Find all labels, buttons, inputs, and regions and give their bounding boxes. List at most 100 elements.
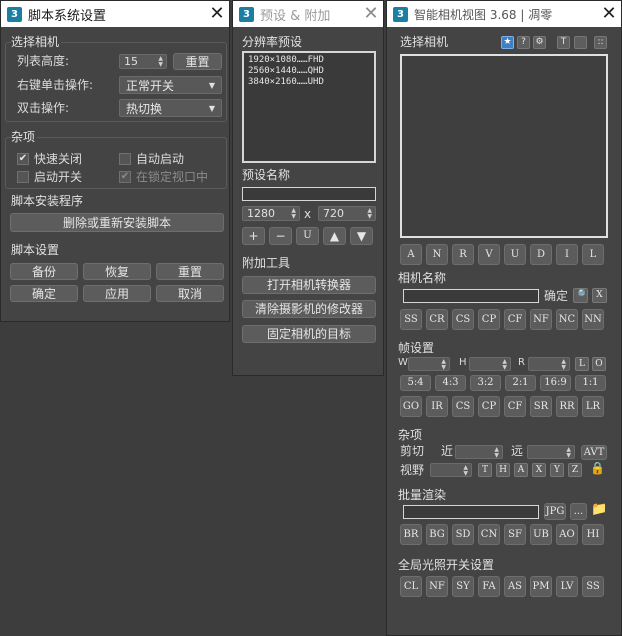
name-nc-button[interactable]: NC [556,309,578,330]
help-icon[interactable]: ? [517,36,530,49]
avt-button[interactable]: AVT [581,445,607,460]
preset-height-spinner[interactable]: 720 ▲ ▼ [318,206,376,221]
clear-name-button[interactable]: X [592,288,607,303]
move-down-icon[interactable]: ▼ [350,227,373,245]
list-item[interactable]: 2560×1440……QHD [248,66,370,77]
gi-nf-button[interactable]: NF [426,576,448,597]
quick-close-checkbox[interactable]: ✔ 快速关闭 [17,150,82,167]
confirm-label[interactable]: 确定 [544,288,568,304]
frame-cp-button[interactable]: CP [478,396,500,417]
reset-list-height-button[interactable]: 重置 [173,53,222,70]
gear-icon[interactable]: ⚙ [533,36,546,49]
frame-sr-button[interactable]: SR [530,396,552,417]
cancel-button[interactable]: 取消 [156,285,224,302]
move-up-icon[interactable]: ▲ [323,227,346,245]
presets-titlebar[interactable]: 3 预设 & 附加 ✕ [233,1,383,27]
update-preset-button[interactable]: U [296,227,319,245]
frame-lr-button[interactable]: LR [582,396,604,417]
axis-t-button[interactable]: T [478,463,492,477]
frame-width-spinner[interactable]: ▲ ▼ [408,357,450,371]
camera-name-input[interactable] [403,289,539,303]
batch-output-path-input[interactable] [403,505,539,519]
gi-lv-button[interactable]: LV [556,576,578,597]
ok-button[interactable]: 确定 [10,285,78,302]
gi-fa-button[interactable]: FA [478,576,500,597]
ratio-3-2-button[interactable]: 3:2 [470,375,501,391]
apply-button[interactable]: 应用 [83,285,151,302]
grid-dots-icon[interactable]: :: [594,36,607,49]
reset-ratio-button[interactable]: O [592,357,606,371]
name-nn-button[interactable]: NN [582,309,604,330]
batch-sd-button[interactable]: SD [452,524,474,545]
reset-settings-button[interactable]: 重置 [156,263,224,280]
search-icon[interactable]: 🔎 [573,288,588,303]
frame-cf-button[interactable]: CF [504,396,526,417]
ratio-5-4-button[interactable]: 5:4 [400,375,431,391]
batch-hi-button[interactable]: HI [582,524,604,545]
name-cp-button[interactable]: CP [478,309,500,330]
close-icon[interactable]: ✕ [597,2,621,26]
right-click-dropdown[interactable]: 正常开关 ▼ [119,76,222,94]
double-click-dropdown[interactable]: 热切换 ▼ [119,99,222,117]
filter-a-button[interactable]: A [400,244,422,265]
lock-ratio-button[interactable]: L [575,357,589,371]
backup-button[interactable]: 备份 [10,263,78,280]
clip-near-spinner[interactable]: ▲ ▼ [455,445,503,459]
batch-ub-button[interactable]: UB [530,524,552,545]
spinner-arrows-icon[interactable]: ▲ ▼ [561,359,566,371]
add-preset-button[interactable]: + [242,227,265,245]
frame-go-button[interactable]: GO [400,396,422,417]
text-toggle-icon[interactable]: T [557,36,570,49]
spinner-arrows-icon[interactable]: ▲ ▼ [291,208,296,220]
filter-i-button[interactable]: I [556,244,578,265]
batch-sf-button[interactable]: SF [504,524,526,545]
frame-cs-button[interactable]: CS [452,396,474,417]
remove-preset-button[interactable]: − [269,227,292,245]
reinstall-script-button[interactable]: 删除或重新安装脚本 [10,213,224,232]
auto-start-checkbox[interactable]: 自动启动 [119,150,184,167]
filter-u-button[interactable]: U [504,244,526,265]
close-icon[interactable]: ✕ [359,2,383,26]
gi-cl-button[interactable]: CL [400,576,422,597]
fix-camera-target-button[interactable]: 固定相机的目标 [242,325,376,343]
ratio-4-3-button[interactable]: 4:3 [435,375,466,391]
filter-n-button[interactable]: N [426,244,448,265]
ratio-1-1-button[interactable]: 1:1 [575,375,606,391]
gi-sy-button[interactable]: SY [452,576,474,597]
ratio-2-1-button[interactable]: 2:1 [505,375,536,391]
blank-toggle-icon[interactable] [574,36,587,49]
spinner-arrows-icon[interactable]: ▲ ▼ [566,447,571,459]
gi-ss-button[interactable]: SS [582,576,604,597]
lock-icon[interactable]: 🔒 [590,461,605,475]
clear-camera-modifiers-button[interactable]: 清除摄影机的修改器 [242,300,376,318]
script-settings-titlebar[interactable]: 3 脚本系统设置 ✕ [1,1,229,27]
folder-icon[interactable]: 📁 [591,502,607,517]
resolution-presets-list[interactable]: 1920×1080……FHD 2560×1440……QHD 3840×2160…… [242,51,376,163]
restore-button[interactable]: 恢复 [83,263,151,280]
axis-z-button[interactable]: Z [568,463,582,477]
close-icon[interactable]: ✕ [205,2,229,26]
batch-cn-button[interactable]: CN [478,524,500,545]
spinner-arrows-icon[interactable]: ▲ ▼ [441,359,446,371]
ratio-16-9-button[interactable]: 16:9 [540,375,571,391]
axis-x-button[interactable]: X [532,463,546,477]
name-cr-button[interactable]: CR [426,309,448,330]
preset-name-input[interactable] [242,187,376,201]
filter-r-button[interactable]: R [452,244,474,265]
favorite-star-icon[interactable]: ★ [501,36,514,49]
spinner-arrows-icon[interactable]: ▲ ▼ [502,359,507,371]
list-height-spinner[interactable]: 15 ▲ ▼ [119,54,167,69]
frame-ir-button[interactable]: IR [426,396,448,417]
preset-width-spinner[interactable]: 1280 ▲ ▼ [242,206,300,221]
filter-d-button[interactable]: D [530,244,552,265]
gi-pm-button[interactable]: PM [530,576,552,597]
frame-height-spinner[interactable]: ▲ ▼ [469,357,511,371]
name-ss-button[interactable]: SS [400,309,422,330]
open-camera-converter-button[interactable]: 打开相机转换器 [242,276,376,294]
spinner-arrows-icon[interactable]: ▲ ▼ [367,208,372,220]
browse-button[interactable]: ... [570,503,587,520]
axis-h-button[interactable]: H [496,463,510,477]
fov-spinner[interactable]: ▲ ▼ [430,463,472,477]
frame-ratio-spinner[interactable]: ▲ ▼ [528,357,570,371]
jpg-format-button[interactable]: JPG [544,503,566,520]
